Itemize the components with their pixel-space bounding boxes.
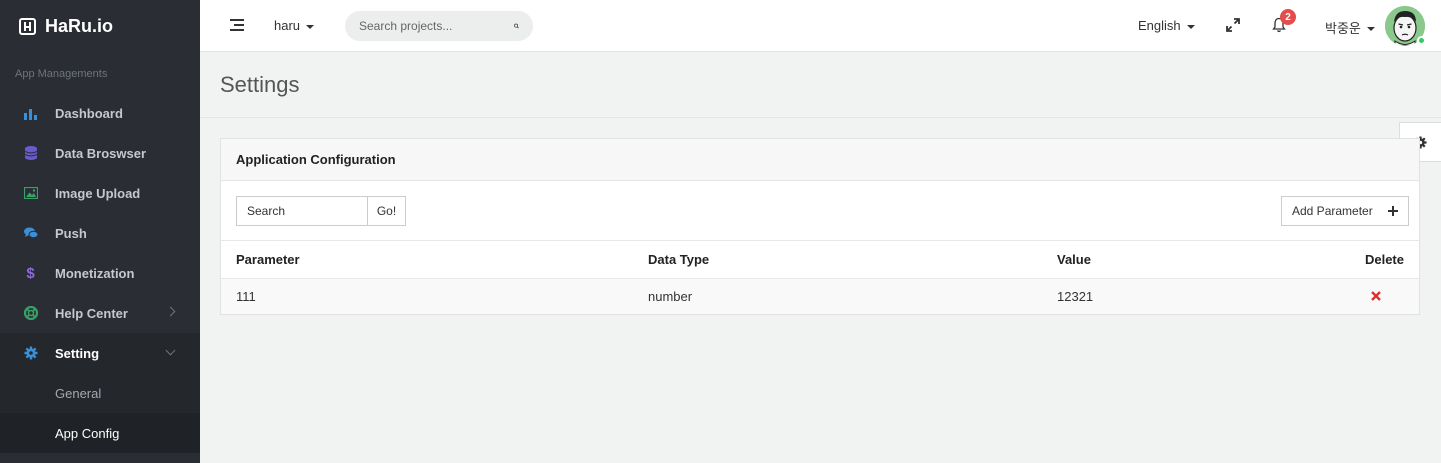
- user-name: 박중운: [1325, 21, 1361, 36]
- project-search: [345, 11, 533, 41]
- sidebar-section-label: App Managements: [15, 68, 108, 80]
- sidebar-item-help-center[interactable]: Help Center: [0, 293, 200, 333]
- project-name: haru: [274, 18, 301, 33]
- sidebar-subitem-general[interactable]: General: [0, 373, 200, 413]
- chevron-right-icon: [165, 306, 176, 317]
- cell-value[interactable]: 12321: [1057, 278, 1327, 314]
- fullscreen-icon[interactable]: [1226, 18, 1240, 32]
- language-label: English: [1138, 18, 1181, 33]
- column-header-parameter[interactable]: Parameter: [221, 241, 648, 279]
- sidebar-item-label: Monetization: [55, 265, 135, 281]
- sidebar-item-setting[interactable]: Setting: [0, 333, 200, 373]
- bar-chart-icon: [23, 106, 38, 121]
- panel-title: Application Configuration: [221, 139, 1419, 181]
- database-icon: [23, 146, 38, 161]
- menu-toggle-icon[interactable]: [230, 19, 244, 31]
- sidebar-item-label: Setting: [55, 345, 100, 361]
- logo-icon: [19, 17, 36, 35]
- project-search-input[interactable]: [359, 19, 514, 33]
- image-icon: [23, 186, 38, 201]
- cell-delete: [1327, 278, 1419, 314]
- table-header-row: Parameter Data Type Value Delete: [221, 241, 1419, 279]
- sidebar-item-data-browser[interactable]: Data Broswser: [0, 133, 200, 173]
- sidebar-item-label: Dashboard: [55, 105, 123, 121]
- dollar-icon: $: [26, 264, 35, 282]
- lifebuoy-icon: [23, 306, 38, 321]
- chevron-down-icon: [165, 345, 176, 356]
- plus-icon: [1388, 206, 1398, 216]
- page-header: Settings: [200, 52, 1441, 118]
- search-icon[interactable]: [514, 20, 519, 32]
- project-dropdown[interactable]: haru: [274, 18, 315, 33]
- sidebar-item-dashboard[interactable]: Dashboard: [0, 93, 200, 133]
- topbar: haru English 2 박중운: [200, 0, 1441, 52]
- brand[interactable]: HaRu.io: [0, 0, 200, 52]
- parameter-table: Parameter Data Type Value Delete 111 num…: [221, 241, 1419, 314]
- sidebar-item-label: Data Broswser: [55, 145, 147, 161]
- app-config-panel: Application Configuration Go! Add Parame…: [220, 138, 1420, 315]
- cell-data-type[interactable]: number: [648, 278, 1057, 314]
- brand-name: HaRu.io: [45, 15, 114, 36]
- column-header-data-type[interactable]: Data Type: [648, 241, 1057, 279]
- caret-down-icon: [306, 24, 315, 29]
- page-title: Settings: [220, 72, 300, 97]
- gear-icon: [23, 346, 38, 361]
- sidebar-item-label: Push: [55, 225, 87, 241]
- sidebar-item-label: Help Center: [55, 305, 128, 321]
- sidebar-item-image-upload[interactable]: Image Upload: [0, 173, 200, 213]
- chat-bubbles-icon: [23, 226, 38, 241]
- sidebar-subitem-app-config[interactable]: App Config: [0, 413, 200, 453]
- add-parameter-button[interactable]: Add Parameter: [1281, 196, 1409, 226]
- column-header-delete: Delete: [1327, 241, 1419, 279]
- caret-down-icon: [1366, 26, 1375, 31]
- sidebar-item-push[interactable]: Push: [0, 213, 200, 253]
- sidebar: HaRu.io App Managements Dashboard Data B…: [0, 0, 200, 463]
- cell-parameter[interactable]: 111: [221, 278, 648, 314]
- parameter-search-input[interactable]: [236, 196, 368, 226]
- column-header-value[interactable]: Value: [1057, 241, 1327, 279]
- sidebar-item-monetization[interactable]: $ Monetization: [0, 253, 200, 293]
- table-row: 111 number 12321: [221, 278, 1419, 314]
- notification-badge: 2: [1280, 9, 1296, 25]
- sidebar-item-label: Image Upload: [55, 185, 141, 201]
- user-menu[interactable]: 박중운: [1325, 18, 1375, 37]
- add-parameter-label: Add Parameter: [1292, 204, 1373, 218]
- delete-icon[interactable]: [1371, 290, 1381, 301]
- go-button[interactable]: Go!: [367, 196, 406, 226]
- online-status-icon: [1417, 36, 1426, 45]
- language-dropdown[interactable]: English: [1138, 18, 1195, 33]
- caret-down-icon: [1186, 24, 1195, 29]
- panel-toolbar: Go! Add Parameter: [221, 181, 1419, 241]
